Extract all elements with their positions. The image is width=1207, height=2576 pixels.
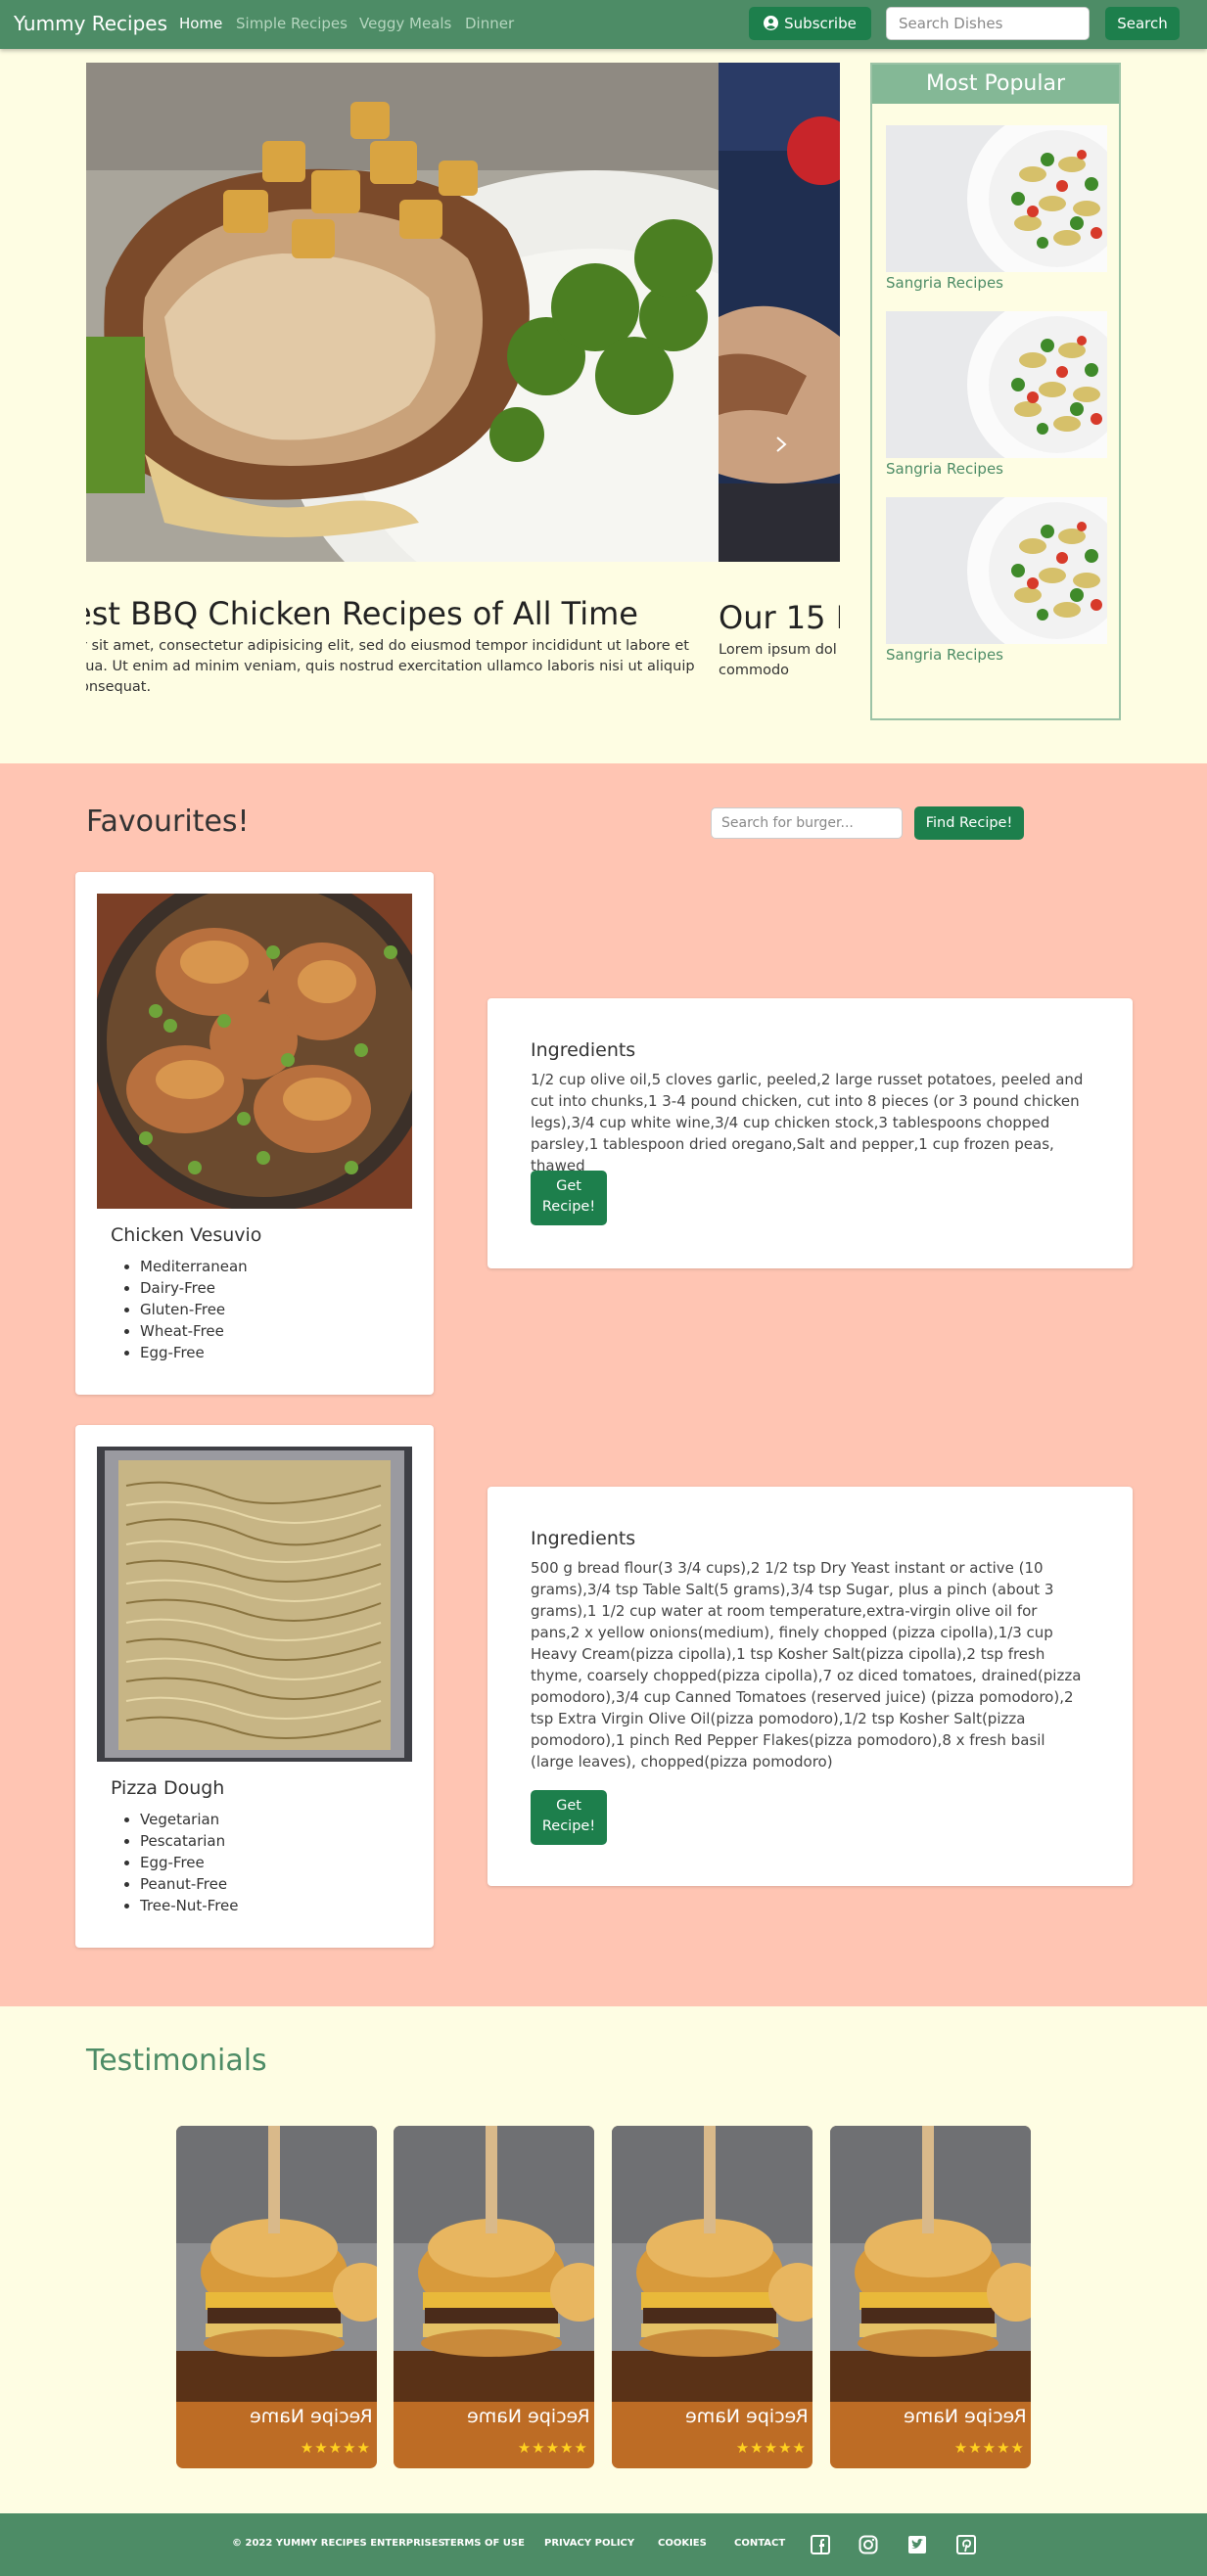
instagram-icon[interactable] bbox=[859, 2535, 878, 2554]
footer-link-terms[interactable]: TERMS OF USE bbox=[443, 2538, 525, 2549]
popular-item[interactable]: Sangria Recipes bbox=[886, 125, 1107, 292]
diet-tag: Peanut-Free bbox=[140, 1873, 239, 1895]
footer: © 2022 YUMMY RECIPES ENTERPRISES TERMS O… bbox=[0, 2513, 1207, 2576]
testimonial-card[interactable]: Recipe Name ★★★★★ bbox=[176, 2126, 377, 2468]
nav-link-simple-recipes[interactable]: Simple Recipes bbox=[236, 15, 348, 32]
chicken-vesuvio-image bbox=[97, 894, 412, 1209]
star-rating: ★★★★★ bbox=[735, 2439, 807, 2457]
most-popular-panel: Most Popular Sangria Recipes Sangria Rec… bbox=[870, 63, 1121, 720]
star-rating: ★★★★★ bbox=[953, 2439, 1025, 2457]
star-rating: ★★★★★ bbox=[517, 2439, 588, 2457]
testimonial-card[interactable]: Recipe Name ★★★★★ bbox=[612, 2126, 812, 2468]
footer-link-contact[interactable]: CONTACT bbox=[734, 2538, 785, 2549]
diet-tag: Tree-Nut-Free bbox=[140, 1895, 239, 1916]
popular-item-label[interactable]: Sangria Recipes bbox=[886, 646, 1107, 664]
get-recipe-button[interactable]: Get Recipe! bbox=[531, 1171, 607, 1225]
ingredients-title: Ingredients bbox=[531, 1528, 636, 1549]
popular-item-label[interactable]: Sangria Recipes bbox=[886, 460, 1107, 478]
find-recipe-button[interactable]: Find Recipe! bbox=[914, 806, 1024, 840]
star-rating: ★★★★★ bbox=[300, 2439, 371, 2457]
footer-copyright: © 2022 YUMMY RECIPES ENTERPRISES bbox=[232, 2538, 445, 2549]
diet-tags-list: Vegetarian Pescatarian Egg-Free Peanut-F… bbox=[140, 1809, 239, 1916]
hero-slide-text-next: Lorem ipsum dol dolore magna al ex ea co… bbox=[719, 642, 840, 678]
diet-tag: Egg-Free bbox=[140, 1852, 239, 1873]
nav-link-home[interactable]: Home bbox=[179, 15, 222, 32]
recipe-name: Recipe Name bbox=[904, 2406, 1027, 2427]
hero-carousel: est BBQ Chicken Recipes of All Time or s… bbox=[86, 63, 840, 718]
recipe-name: Recipe Name bbox=[467, 2406, 590, 2427]
dish-card: Chicken Vesuvio Mediterranean Dairy-Free… bbox=[75, 872, 434, 1395]
pasta-salad-image bbox=[886, 125, 1107, 272]
pasta-salad-image bbox=[886, 497, 1107, 644]
hero-slide-title: est BBQ Chicken Recipes of All Time bbox=[86, 595, 638, 632]
footer-link-cookies[interactable]: COOKIES bbox=[658, 2538, 707, 2549]
ingredients-text: 1/2 cup olive oil,5 cloves garlic, peele… bbox=[531, 1071, 1084, 1174]
diet-tag: Mediterranean bbox=[140, 1256, 248, 1277]
testimonial-card[interactable]: Recipe Name ★★★★★ bbox=[830, 2126, 1031, 2468]
burger-search-input[interactable] bbox=[711, 807, 903, 839]
burger-image bbox=[394, 2126, 594, 2402]
recipe-name: Recipe Name bbox=[685, 2406, 809, 2427]
testimonial-card[interactable]: Recipe Name ★★★★★ bbox=[394, 2126, 594, 2468]
diet-tag: Dairy-Free bbox=[140, 1277, 248, 1299]
testimonials-title: Testimonials bbox=[86, 2044, 267, 2078]
carousel-next-icon[interactable] bbox=[771, 435, 791, 454]
hero-image-bbq-chicken bbox=[719, 63, 840, 562]
subscribe-label: Subscribe bbox=[784, 15, 857, 32]
diet-tag: Egg-Free bbox=[140, 1342, 248, 1363]
footer-link-privacy[interactable]: PRIVACY POLICY bbox=[544, 2538, 634, 2549]
subscribe-button[interactable]: Subscribe bbox=[749, 7, 871, 40]
get-recipe-button[interactable]: Get Recipe! bbox=[531, 1790, 607, 1845]
pasta-salad-image bbox=[886, 311, 1107, 458]
dish-name: Pizza Dough bbox=[111, 1777, 225, 1799]
popular-item[interactable]: Sangria Recipes bbox=[886, 311, 1107, 478]
burger-image bbox=[612, 2126, 812, 2402]
diet-tag: Pescatarian bbox=[140, 1830, 239, 1852]
pizza-dough-image bbox=[97, 1447, 412, 1762]
most-popular-title: Most Popular bbox=[872, 65, 1119, 104]
nav-link-veggy-meals[interactable]: Veggy Meals bbox=[359, 15, 451, 32]
favourites-section: Favourites! Find Recipe! Chicken Vesuvio… bbox=[0, 763, 1207, 2006]
diet-tag: Wheat-Free bbox=[140, 1320, 248, 1342]
ingredients-title: Ingredients bbox=[531, 1039, 636, 1061]
brand-logo[interactable]: Yummy Recipes bbox=[14, 12, 167, 35]
ingredients-card: Ingredients 500 g bread flour(3 3/4 cups… bbox=[487, 1487, 1133, 1886]
favourites-title: Favourites! bbox=[86, 805, 250, 839]
nav-link-dinner[interactable]: Dinner bbox=[465, 15, 514, 32]
user-circle-icon bbox=[764, 16, 779, 30]
recipe-name: Recipe Name bbox=[250, 2406, 373, 2427]
dish-name: Chicken Vesuvio bbox=[111, 1224, 262, 1246]
search-dishes-input[interactable] bbox=[886, 7, 1090, 40]
facebook-icon[interactable] bbox=[811, 2535, 830, 2554]
search-button[interactable]: Search bbox=[1105, 7, 1180, 40]
navbar: Yummy Recipes Home Simple Recipes Veggy … bbox=[0, 0, 1207, 49]
popular-item-label[interactable]: Sangria Recipes bbox=[886, 274, 1107, 292]
burger-image bbox=[830, 2126, 1031, 2402]
ingredients-card: Ingredients 1/2 cup olive oil,5 cloves g… bbox=[487, 998, 1133, 1268]
popular-item[interactable]: Sangria Recipes bbox=[886, 497, 1107, 664]
diet-tag: Vegetarian bbox=[140, 1809, 239, 1830]
hero-slide-title-next: Our 15 Be bbox=[719, 599, 840, 636]
twitter-icon[interactable] bbox=[907, 2535, 927, 2554]
diet-tags-list: Mediterranean Dairy-Free Gluten-Free Whe… bbox=[140, 1256, 248, 1363]
dish-card: Pizza Dough Vegetarian Pescatarian Egg-F… bbox=[75, 1425, 434, 1948]
pinterest-icon[interactable] bbox=[956, 2535, 976, 2554]
hero-image-pork-chop bbox=[86, 63, 719, 562]
diet-tag: Gluten-Free bbox=[140, 1299, 248, 1320]
burger-image bbox=[176, 2126, 377, 2402]
ingredients-text: 500 g bread flour(3 3/4 cups),2 1/2 tsp … bbox=[531, 1559, 1082, 1771]
hero-slide-text: or sit amet, consectetur adipisicing eli… bbox=[86, 638, 695, 695]
